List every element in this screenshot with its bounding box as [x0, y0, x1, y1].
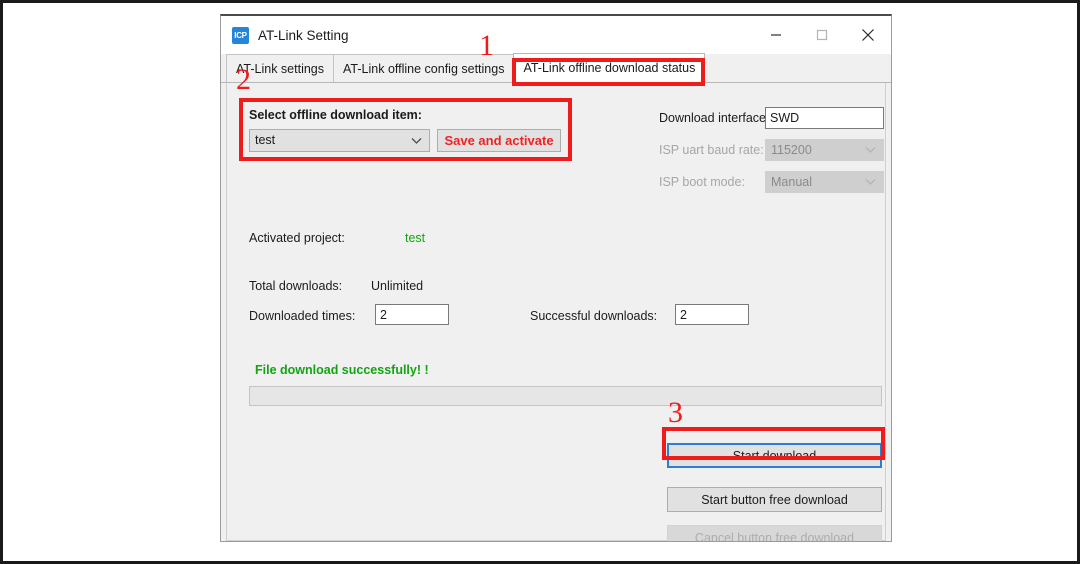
download-interface-label: Download interface:	[659, 111, 770, 125]
screenshot-root: ICP AT-Link Setting AT-Link settings AT-…	[0, 0, 1080, 564]
downloaded-times-field[interactable]: 2	[375, 304, 449, 325]
isp-uart-baud-rate-label: ISP uart baud rate:	[659, 143, 764, 157]
offline-download-item-combo[interactable]: test	[249, 129, 430, 152]
annotation-number-3: 3	[668, 396, 683, 429]
isp-boot-mode-combo: Manual	[765, 171, 884, 193]
cancel-button-free-download-button: Cancel button free download	[667, 525, 882, 541]
download-interface-field[interactable]: SWD	[765, 107, 884, 129]
window-controls	[753, 16, 891, 54]
total-downloads-label: Total downloads:	[249, 279, 343, 293]
chevron-down-icon	[865, 172, 876, 192]
close-icon[interactable]	[845, 16, 891, 54]
maximize-icon[interactable]	[799, 16, 845, 54]
isp-uart-baud-rate-combo: 115200	[765, 139, 884, 161]
annotation-number-1: 1	[479, 29, 494, 62]
activated-project-value: test	[405, 231, 426, 245]
at-link-setting-window: ICP AT-Link Setting AT-Link settings AT-…	[220, 14, 892, 542]
annotation-number-2: 2	[236, 63, 251, 96]
activated-project-label: Activated project:	[249, 231, 345, 245]
minimize-icon[interactable]	[753, 16, 799, 54]
successful-downloads-field[interactable]: 2	[675, 304, 749, 325]
download-progress-bar	[249, 386, 882, 406]
isp-uart-baud-rate-value: 115200	[771, 143, 812, 157]
successful-downloads-label: Successful downloads:	[530, 309, 658, 323]
window-title: AT-Link Setting	[258, 27, 349, 43]
offline-download-item-value: test	[255, 133, 276, 147]
window-titlebar: ICP AT-Link Setting	[221, 16, 891, 54]
tab-strip: AT-Link settings AT-Link offline config …	[221, 53, 891, 83]
tab-at-link-offline-download-status[interactable]: AT-Link offline download status	[513, 53, 706, 82]
save-and-activate-button[interactable]: Save and activate	[437, 129, 561, 152]
isp-boot-mode-label: ISP boot mode:	[659, 175, 745, 189]
total-downloads-value: Unlimited	[371, 279, 424, 293]
chevron-down-icon	[865, 140, 876, 160]
start-button-free-download-button[interactable]: Start button free download	[667, 487, 882, 512]
start-download-button[interactable]: Start download	[667, 443, 882, 468]
download-status-message: File download successfully! !	[255, 363, 429, 377]
tab-content-panel: Select offline download item: test Save …	[226, 83, 886, 541]
downloaded-times-label: Downloaded times:	[249, 309, 356, 323]
isp-boot-mode-value: Manual	[771, 175, 812, 189]
chevron-down-icon	[411, 130, 422, 151]
select-offline-download-item-label: Select offline download item:	[249, 108, 422, 122]
icp-app-icon: ICP	[232, 26, 249, 44]
